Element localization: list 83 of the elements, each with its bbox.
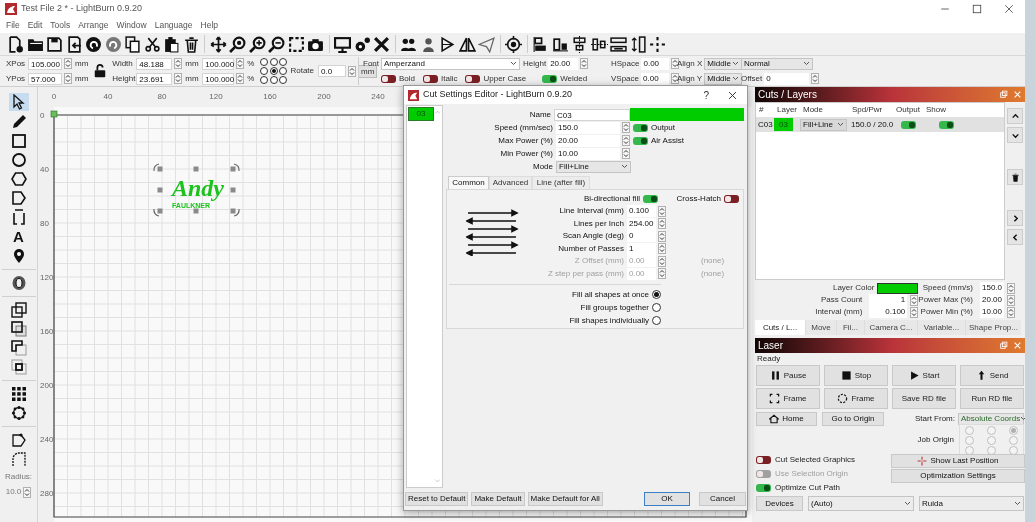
toggle-label: Optimize Cut Path [775, 481, 840, 494]
layer-color-cell: 03 [774, 118, 793, 131]
field-note: (none) [701, 255, 725, 268]
toggle-label: Cross-Hatch [676, 193, 721, 205]
unit-label: % [247, 57, 255, 70]
field-label: Height [112, 72, 135, 85]
ruler-label: 0 [51, 92, 57, 101]
toggle-label: Output [651, 121, 675, 134]
table-cell-text: C03 [757, 118, 774, 131]
field-label: Z step per pass (mm) [547, 267, 625, 280]
field-label: Align X [677, 57, 703, 70]
field-label: Speed (mm/s) [922, 282, 973, 294]
field-label: Offset [741, 72, 763, 85]
ruler-label: 80 [157, 92, 167, 101]
ruler-label: 120 [209, 92, 223, 101]
field-label: Interval (mm) [815, 306, 863, 318]
ruler-label: 120 [40, 273, 54, 282]
field-label: Power Min (%) [920, 306, 973, 318]
radius-label: Radius: [4, 471, 33, 483]
column-header: Layer [776, 104, 798, 116]
column-header: Mode [802, 104, 824, 116]
unit-label: mm [75, 57, 89, 70]
field-label: Name [528, 108, 552, 121]
ruler-label: 200 [317, 92, 331, 101]
field-label: Speed (mm/sec) [493, 121, 554, 134]
field-label: VSpace [611, 72, 640, 85]
ruler-label: 160 [40, 327, 54, 336]
field-label: Layer Color [832, 282, 875, 294]
dialog-title: Cut Settings Editor - LightBurn 0.9.20 [423, 88, 573, 102]
field-label: Align Y [677, 72, 703, 85]
table-cell-text: 150.0 / 20.0 [850, 118, 893, 131]
unit-label: mm [185, 57, 198, 70]
toggle-label: Use Selection Origin [775, 467, 848, 480]
ruler-label: 40 [40, 165, 49, 174]
column-header: Show [925, 104, 947, 116]
field-label: Rotate [290, 65, 315, 77]
field-label: Max Power (%) [497, 134, 554, 147]
field-label: Line Interval (mm) [558, 205, 625, 218]
field-label: Lines per Inch [572, 217, 625, 230]
field-label: Job Origin [917, 434, 954, 446]
ruler-label: 80 [40, 219, 49, 228]
ruler-label: 160 [263, 92, 277, 101]
field-label: Scan Angle (deg) [561, 230, 625, 243]
radio-label: Fill shapes individually [569, 314, 649, 327]
ruler-label: 240 [40, 435, 54, 444]
toggle-label: Cut Selected Graphics [775, 453, 856, 466]
toggle-label: Upper Case [483, 72, 527, 85]
unit-label: % [247, 72, 255, 85]
toggle-label: Italic [441, 72, 458, 85]
field-label: Mode [532, 160, 554, 173]
field-label: Height [523, 57, 547, 70]
toggle-label: Welded [560, 72, 588, 85]
toggle-label: Bold [399, 72, 415, 85]
field-label: Z Offset (mm) [573, 255, 625, 268]
radio-label: Fill groups together [580, 301, 649, 314]
status-text: Ready [756, 353, 782, 365]
field-label: YPos [6, 72, 26, 85]
field-note: (none) [701, 267, 725, 280]
ruler-label: 0 [40, 111, 45, 120]
field-label: Width [112, 57, 134, 70]
column-header: Output [895, 104, 921, 116]
ruler-label: 200 [40, 381, 54, 390]
field-label: Pass Count [820, 294, 863, 306]
unit-label: mm [75, 72, 89, 85]
field-label: HSpace [611, 57, 640, 70]
column-header: Spd/Pwr [851, 104, 884, 116]
radio-label: Fill all shapes at once [572, 288, 649, 301]
unit-label: mm [185, 72, 198, 85]
column-header: # [758, 104, 765, 116]
field-label: XPos [6, 57, 26, 70]
panel-title: Cuts / Layers [758, 88, 817, 102]
field-label: Power Max (%) [918, 294, 973, 306]
artwork-title: Andy [172, 175, 224, 201]
field-label: Min Power (%) [499, 147, 554, 160]
toggle-label: Air Assist [651, 134, 684, 147]
panel-title: Laser [758, 339, 783, 353]
field-label: Number of Passes [557, 242, 625, 255]
toggle-label: Bi-directional fill [584, 193, 641, 205]
ruler-label: 280 [40, 489, 54, 498]
ruler-label: 40 [103, 92, 113, 101]
ruler-label: 240 [371, 92, 385, 101]
field-label: Start From: [915, 412, 955, 425]
window-title: Test File 2 * - LightBurn 0.9.20 [21, 2, 143, 16]
